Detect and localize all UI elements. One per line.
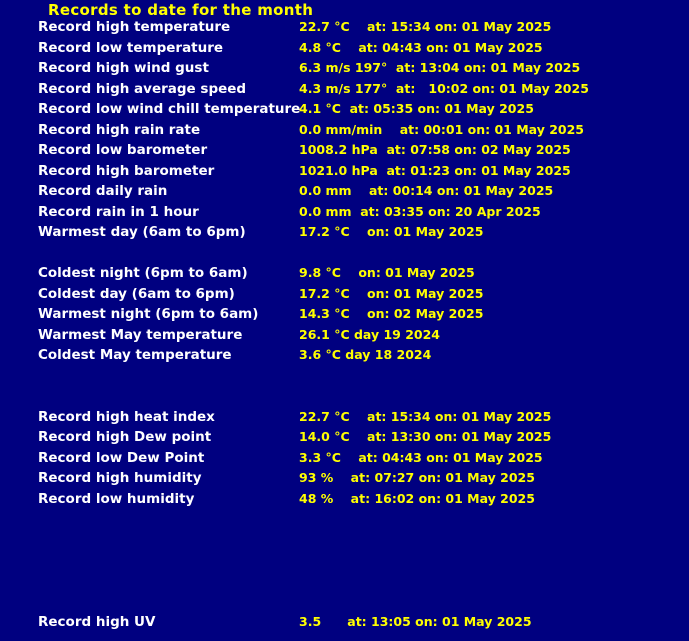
record-label: Record low Dew Point bbox=[38, 449, 205, 466]
record-row: Record high average speed 4.3 m/s 177° at… bbox=[0, 79, 689, 100]
record-row: Record high UV 3.5 at: 13:05 on: 01 May 2… bbox=[0, 612, 689, 633]
record-label: Coldest May temperature bbox=[38, 347, 232, 363]
record-row: Record low humidity 48 % at: 16:02 on: 01… bbox=[0, 489, 689, 510]
record-label: Coldest day (6am to 6pm) bbox=[38, 285, 235, 302]
record-label: Record low wind chill temperature bbox=[38, 101, 301, 117]
record-label: Warmest night (6pm to 6am) bbox=[38, 306, 259, 322]
row-spacer bbox=[0, 243, 689, 264]
record-label: Coldest night (6pm to 6am) bbox=[38, 265, 248, 281]
record-row: Record rain in 1 hour 0.0 mm at: 03:35 on… bbox=[0, 202, 689, 223]
record-value: 22.7 °C at: 15:34 on: 01 May 2025 bbox=[299, 408, 552, 424]
record-value: 9.8 °C on: 01 May 2025 bbox=[299, 265, 475, 280]
record-value: 6.3 m/s 197° at: 13:04 on: 01 May 2025 bbox=[299, 60, 581, 75]
record-row: Record low barometer 1008.2 hPa at: 07:58… bbox=[0, 140, 689, 161]
record-row: Record low Dew Point 3.3 °C at: 04:43 on:… bbox=[0, 448, 689, 469]
record-value: 4.8 °C at: 04:43 on: 01 May 2025 bbox=[299, 39, 543, 55]
record-row: Record high wind gust 6.3 m/s 197° at: 13… bbox=[0, 58, 689, 79]
record-label: Record high temperature bbox=[38, 19, 231, 35]
record-value: 48 % at: 16:02 on: 01 May 2025 bbox=[299, 490, 535, 506]
row-spacer bbox=[0, 386, 689, 407]
row-spacer bbox=[0, 366, 689, 387]
row-spacer bbox=[0, 571, 689, 592]
records-page: Records to date for the month Record hig… bbox=[0, 0, 689, 641]
record-label: Record high wind gust bbox=[38, 60, 209, 76]
record-row: Record high humidity 93 % at: 07:27 on: 0… bbox=[0, 468, 689, 489]
record-label: Record high average speed bbox=[38, 80, 247, 97]
record-row: Record high Dew point 14.0 °C at: 13:30 o… bbox=[0, 427, 689, 448]
record-value: 4.3 m/s 177° at: 10:02 on: 01 May 2025 bbox=[299, 80, 589, 96]
record-label: Record high heat index bbox=[38, 408, 215, 425]
record-row: Record high temperature 22.7 °C at: 15:34… bbox=[0, 17, 689, 38]
record-label: Record low temperature bbox=[38, 39, 224, 56]
row-spacer bbox=[0, 509, 689, 530]
record-label: Record high rain rate bbox=[38, 121, 201, 138]
row-spacer bbox=[0, 530, 689, 551]
record-row: Warmest night (6pm to 6am) 14.3 °C on: 02… bbox=[0, 304, 689, 325]
record-row: Coldest day (6am to 6pm) 17.2 °C on: 01 M… bbox=[0, 284, 689, 305]
record-label: Warmest day (6am to 6pm) bbox=[38, 224, 246, 240]
record-label: Record low barometer bbox=[38, 142, 208, 158]
record-value: 26.1 °C day 19 2024 bbox=[299, 326, 441, 342]
record-label: Record daily rain bbox=[38, 183, 168, 199]
record-label: Record rain in 1 hour bbox=[38, 203, 199, 220]
record-label: Record high Dew point bbox=[38, 429, 212, 445]
record-value: 1008.2 hPa at: 07:58 on: 02 May 2025 bbox=[299, 142, 571, 157]
record-value: 0.0 mm at: 00:14 on: 01 May 2025 bbox=[299, 183, 554, 198]
record-label: Record high barometer bbox=[38, 162, 215, 179]
record-value: 17.2 °C on: 01 May 2025 bbox=[299, 285, 484, 301]
record-row: Record high heat index 22.7 °C at: 15:34 … bbox=[0, 407, 689, 428]
record-row: Coldest May temperature 3.6 °C day 18 202… bbox=[0, 345, 689, 366]
record-value: 0.0 mm/min at: 00:01 on: 01 May 2025 bbox=[299, 121, 584, 137]
record-row: Warmest day (6am to 6pm) 17.2 °C on: 01 M… bbox=[0, 222, 689, 243]
record-value: 93 % at: 07:27 on: 01 May 2025 bbox=[299, 470, 535, 485]
record-value: 0.0 mm at: 03:35 on: 20 Apr 2025 bbox=[299, 203, 541, 219]
record-row: Record daily rain 0.0 mm at: 00:14 on: 01… bbox=[0, 181, 689, 202]
record-value: 3.6 °C day 18 2024 bbox=[299, 347, 432, 362]
record-row: Record low temperature 4.8 °C at: 04:43 o… bbox=[0, 38, 689, 59]
row-spacer bbox=[0, 550, 689, 571]
record-value: 3.3 °C at: 04:43 on: 01 May 2025 bbox=[299, 449, 543, 465]
record-row: Record high barometer 1021.0 hPa at: 01:2… bbox=[0, 161, 689, 182]
record-value: 22.7 °C at: 15:34 on: 01 May 2025 bbox=[299, 19, 552, 34]
record-label: Record high humidity bbox=[38, 470, 202, 486]
record-value: 1021.0 hPa at: 01:23 on: 01 May 2025 bbox=[299, 162, 571, 178]
record-row: Warmest May temperature 26.1 °C day 19 20… bbox=[0, 325, 689, 346]
row-spacer bbox=[0, 591, 689, 612]
record-value: 14.3 °C on: 02 May 2025 bbox=[299, 306, 484, 321]
record-value: 14.0 °C at: 13:30 on: 01 May 2025 bbox=[299, 429, 552, 444]
record-label: Record low humidity bbox=[38, 490, 195, 507]
record-row: Record high rain rate 0.0 mm/min at: 00:0… bbox=[0, 120, 689, 141]
record-row: Record low wind chill temperature 4.1 °C … bbox=[0, 99, 689, 120]
records-list: Record high temperature 22.7 °C at: 15:34… bbox=[0, 17, 689, 632]
record-label: Record high UV bbox=[38, 613, 156, 630]
record-value: 17.2 °C on: 01 May 2025 bbox=[299, 224, 484, 239]
record-label: Warmest May temperature bbox=[38, 326, 243, 343]
record-value: 3.5 at: 13:05 on: 01 May 2025 bbox=[299, 613, 532, 629]
record-row: Coldest night (6pm to 6am) 9.8 °C on: 01 … bbox=[0, 263, 689, 284]
record-value: 4.1 °C at: 05:35 on: 01 May 2025 bbox=[299, 101, 534, 116]
